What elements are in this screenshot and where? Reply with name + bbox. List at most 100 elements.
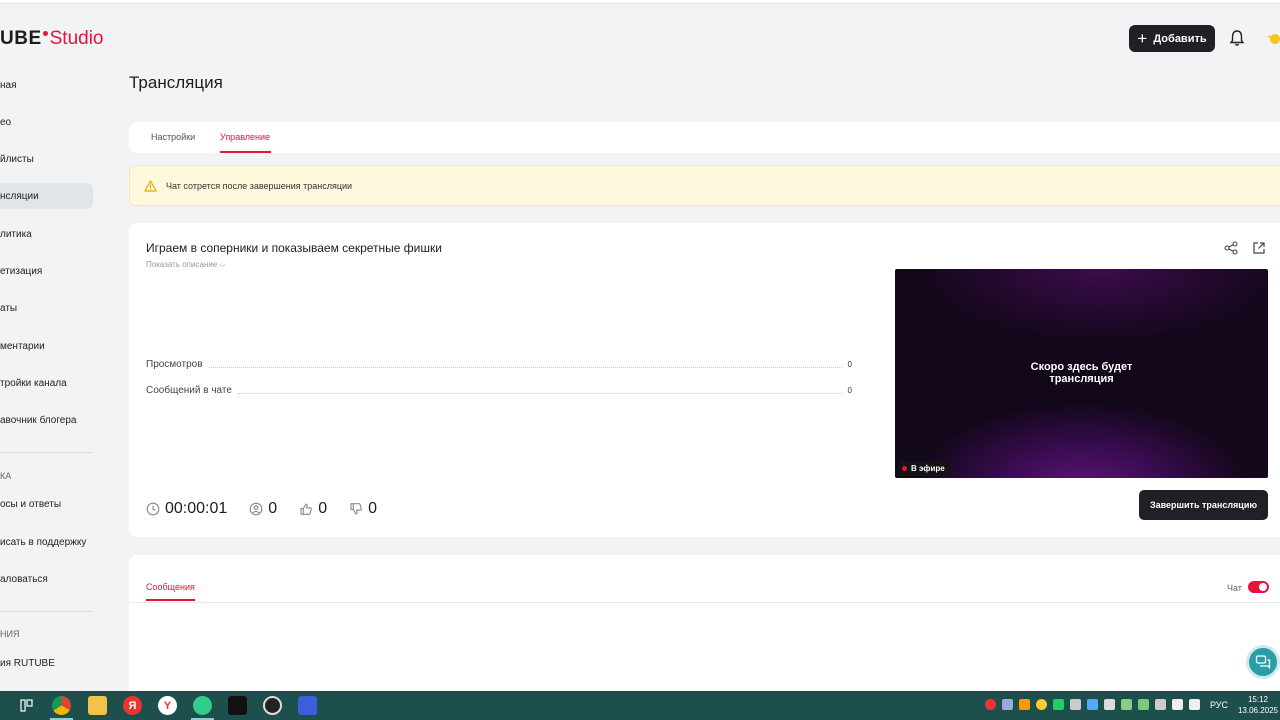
logo-dot bbox=[42, 31, 48, 36]
chat-warning-banner: Чат сотрется после завершения трансляции bbox=[129, 165, 1280, 206]
external-link-icon[interactable] bbox=[1252, 241, 1266, 255]
file-explorer-icon[interactable] bbox=[88, 696, 107, 715]
sidebar-item-label: нсляции bbox=[0, 190, 39, 202]
end-stream-button[interactable]: Завершить трансляцию bbox=[1139, 490, 1268, 520]
stat-views: Просмотров 0 bbox=[146, 359, 852, 370]
show-description-toggle[interactable]: Показать описание ⌵ bbox=[146, 260, 226, 270]
sidebar-item-label: аты bbox=[0, 302, 18, 314]
tray-app-icon[interactable] bbox=[1036, 699, 1047, 710]
warning-icon bbox=[144, 179, 157, 192]
tray-app-icon[interactable] bbox=[1155, 699, 1166, 710]
tray-app-icon[interactable] bbox=[1002, 699, 1013, 710]
task-view-icon[interactable] bbox=[17, 696, 36, 715]
share-icon[interactable] bbox=[1224, 241, 1238, 255]
player-message-line: трансляция bbox=[1049, 373, 1114, 385]
app-icon[interactable] bbox=[298, 696, 317, 715]
thumbs-up-icon bbox=[300, 503, 312, 515]
tab-settings[interactable]: Настройки bbox=[151, 132, 195, 142]
live-badge: В эфире bbox=[898, 461, 950, 476]
sidebar-item-label: исать в поддержку bbox=[0, 536, 87, 548]
player-message-line: Скоро здесь будет bbox=[1030, 361, 1133, 373]
active-tab-underline bbox=[146, 599, 195, 601]
sidebar-item-comments[interactable]: ментарии bbox=[0, 333, 93, 359]
windows-taskbar: Я Y РУС 15:12 13.06.2025 bbox=[0, 691, 1280, 720]
tray-app-icon[interactable] bbox=[1121, 699, 1132, 710]
stat-value: 0 bbox=[847, 386, 852, 395]
logo-text-main: UBE bbox=[0, 28, 42, 49]
system-clock[interactable]: 15:12 13.06.2025 bbox=[1236, 694, 1280, 716]
tray-app-icon[interactable] bbox=[1019, 699, 1030, 710]
yandex-icon[interactable]: Я bbox=[123, 696, 142, 715]
display-icon[interactable] bbox=[1172, 699, 1183, 710]
sidebar-item-streams[interactable]: нсляции bbox=[0, 183, 93, 209]
add-button[interactable]: + Добавить bbox=[1129, 25, 1215, 52]
stat-label: Просмотров bbox=[146, 359, 203, 370]
chat-bubbles-icon bbox=[1255, 655, 1271, 669]
microphone-icon[interactable] bbox=[1104, 699, 1115, 710]
sidebar-section-support: КА bbox=[0, 471, 12, 481]
live-badge-label: В эфире bbox=[911, 464, 945, 473]
input-language[interactable]: РУС bbox=[1210, 700, 1228, 710]
rutube-studio-logo[interactable]: UBE Studio bbox=[0, 28, 104, 52]
sidebar-item-write-support[interactable]: исать в поддержку bbox=[0, 529, 93, 555]
sidebar-item-analytics[interactable]: литика bbox=[0, 221, 93, 247]
sidebar-item-label: ия RUTUBE bbox=[0, 657, 55, 669]
terminal-icon[interactable] bbox=[228, 696, 247, 715]
tray-app-icon[interactable] bbox=[1070, 699, 1081, 710]
sidebar-item-channel-settings[interactable]: тройки канала bbox=[0, 370, 93, 396]
chevron-down-icon: ⌵ bbox=[219, 260, 226, 269]
chat-toggle-label: Чат bbox=[1227, 583, 1242, 593]
chrome-icon[interactable] bbox=[52, 696, 71, 715]
stat-chat-messages: Сообщений в чате 0 bbox=[146, 385, 852, 396]
dotted-leader bbox=[208, 361, 842, 368]
metric-viewers: 0 bbox=[249, 500, 277, 518]
clock-date: 13.06.2025 bbox=[1237, 706, 1279, 715]
warning-text: Чат сотрется после завершения трансляции bbox=[166, 180, 353, 191]
sidebar-item-label: осы и ответы bbox=[0, 498, 62, 510]
tray-app-icon[interactable] bbox=[985, 699, 996, 710]
player-placeholder-text: Скоро здесь будет трансляция bbox=[895, 361, 1268, 385]
page-title: Трансляция bbox=[129, 73, 223, 92]
sidebar-item-monetization[interactable]: етизация bbox=[0, 258, 93, 284]
sidebar-item-faq[interactable]: осы и ответы bbox=[0, 491, 93, 517]
telegram-icon[interactable] bbox=[1087, 699, 1098, 710]
sidebar-item-rutube-version[interactable]: ия RUTUBE bbox=[0, 650, 93, 676]
sidebar-item-main[interactable]: ная bbox=[0, 72, 93, 98]
sidebar-item-label: литика bbox=[0, 228, 32, 240]
tray-app-icon[interactable] bbox=[1138, 699, 1149, 710]
dislikes-value: 0 bbox=[368, 500, 377, 517]
volume-icon[interactable] bbox=[1189, 699, 1200, 710]
obs-icon[interactable] bbox=[263, 696, 282, 715]
sidebar-item-payments[interactable]: аты bbox=[0, 295, 93, 321]
stream-preview-player[interactable]: Скоро здесь будет трансляция В эфире bbox=[895, 269, 1268, 478]
sidebar-item-video[interactable]: ео bbox=[0, 109, 93, 135]
tab-management[interactable]: Управление bbox=[220, 132, 270, 142]
sidebar-item-label: аловаться bbox=[0, 573, 48, 585]
messenger-icon[interactable] bbox=[193, 696, 212, 715]
stat-value: 0 bbox=[847, 360, 852, 369]
sidebar-item-label: тройки канала bbox=[0, 377, 67, 389]
plus-icon: + bbox=[1137, 29, 1148, 48]
yandex-browser-icon[interactable]: Y bbox=[158, 696, 177, 715]
sidebar-item-label: йлисты bbox=[0, 153, 34, 165]
sidebar-item-label: авочник блогера bbox=[0, 414, 77, 426]
dotted-leader bbox=[237, 387, 842, 394]
toggle-knob bbox=[1259, 583, 1267, 591]
bell-icon[interactable] bbox=[1228, 29, 1246, 47]
messages-card: Сообщения Чат bbox=[129, 555, 1280, 692]
metric-duration: 00:00:01 bbox=[146, 500, 227, 518]
tab-messages[interactable]: Сообщения bbox=[146, 582, 195, 592]
tray-app-icon[interactable] bbox=[1053, 699, 1064, 710]
support-chat-button[interactable] bbox=[1246, 645, 1280, 679]
add-button-label: Добавить bbox=[1153, 32, 1207, 45]
sidebar-item-complain[interactable]: аловаться bbox=[0, 566, 93, 592]
chat-toggle[interactable] bbox=[1248, 581, 1269, 593]
clock-icon bbox=[146, 502, 160, 516]
stream-card: Играем в соперники и показываем секретны… bbox=[129, 223, 1280, 537]
duration-value: 00:00:01 bbox=[165, 500, 228, 517]
sidebar-item-label: ментарии bbox=[0, 340, 45, 352]
sidebar-item-playlists[interactable]: йлисты bbox=[0, 146, 93, 172]
avatar[interactable] bbox=[1266, 28, 1280, 50]
active-tab-underline bbox=[220, 151, 271, 153]
sidebar-item-blogger-guide[interactable]: авочник блогера bbox=[0, 407, 93, 433]
